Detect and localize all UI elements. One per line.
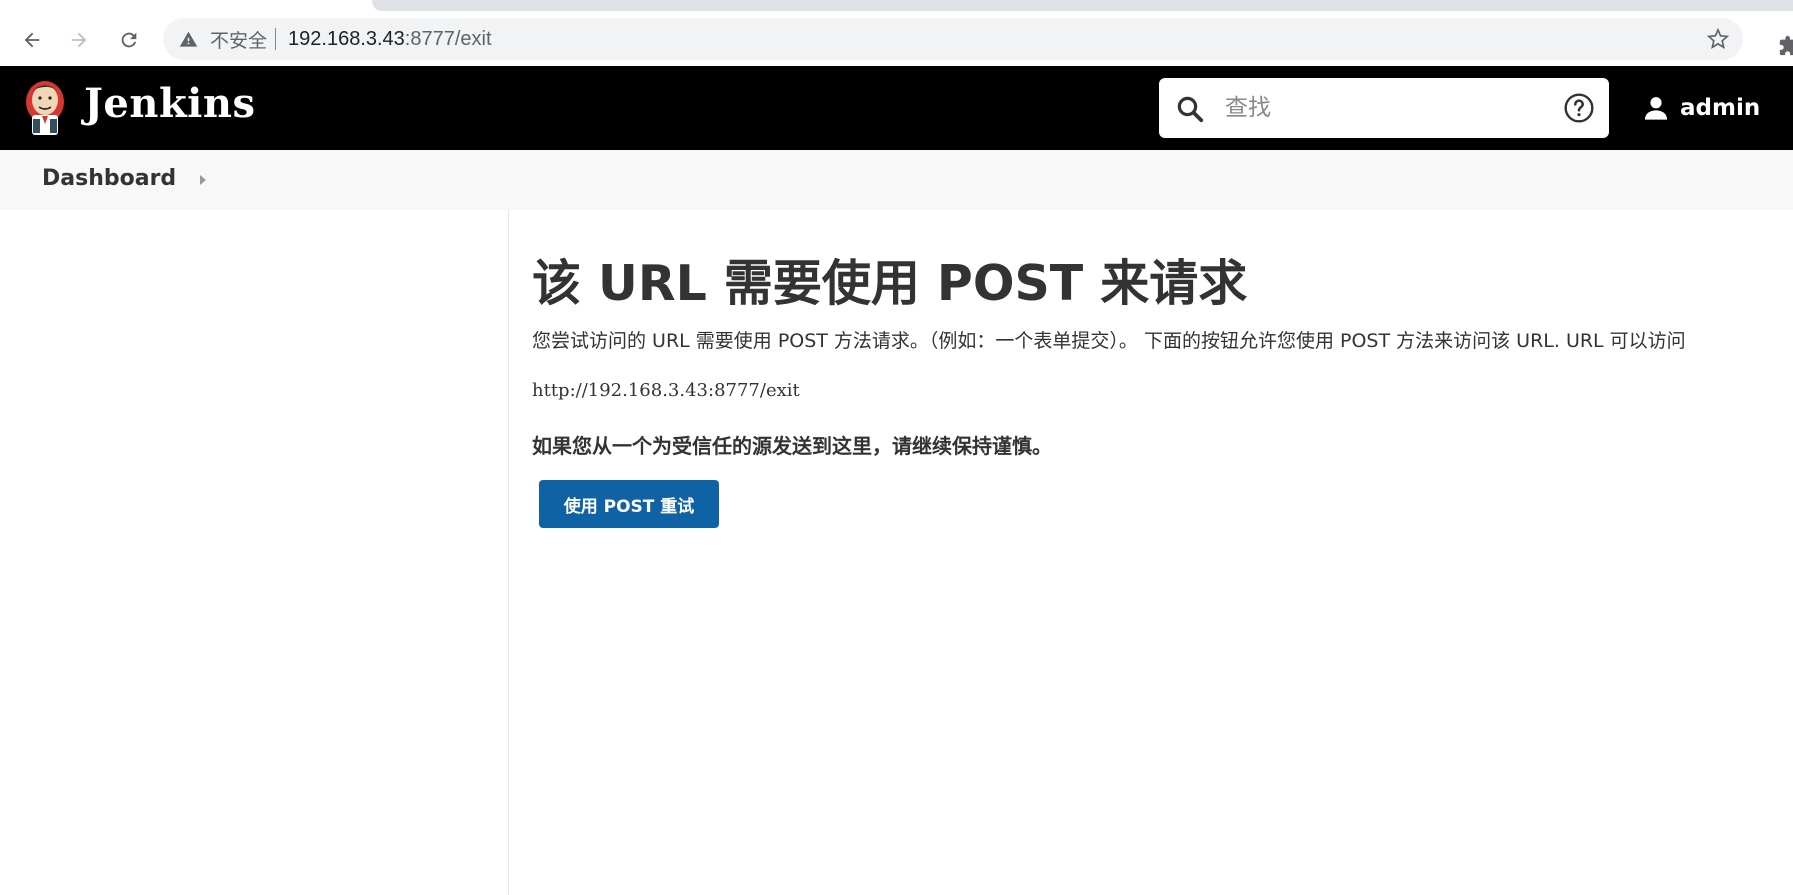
url-path: :8777/exit <box>404 27 492 50</box>
caution-message: 如果您从一个为受信任的源发送到这里，请继续保持谨慎。 <box>532 434 1052 458</box>
app-title[interactable]: Jenkins <box>84 80 255 127</box>
chevron-right-icon[interactable] <box>198 174 208 186</box>
search-box <box>1159 78 1609 138</box>
post-required-description: 您尝试访问的 URL 需要使用 POST 方法请求。（例如：一个表单提交）。 下… <box>532 330 1686 352</box>
reload-icon <box>121 32 137 48</box>
retry-with-post-button[interactable]: 使用 POST 重试 <box>539 480 719 528</box>
url-host: 192.168.3.43 <box>288 27 405 50</box>
main-panel: 该 URL 需要使用 POST 来请求 您尝试访问的 URL 需要使用 POST… <box>532 210 1793 895</box>
side-panel <box>0 210 509 895</box>
help-circle-icon[interactable] <box>1563 92 1595 124</box>
security-status-label[interactable]: 不安全 <box>210 26 267 53</box>
star-icon[interactable] <box>1707 28 1729 50</box>
search-input[interactable] <box>1223 88 1543 128</box>
forward-button[interactable] <box>63 24 95 56</box>
url-text[interactable]: 192.168.3.43:8777/exit <box>288 28 492 51</box>
warning-triangle-icon[interactable] <box>178 29 198 49</box>
back-button[interactable] <box>16 24 48 56</box>
browser-tabstrip <box>0 0 1793 11</box>
arrow-right-icon <box>71 32 87 48</box>
breadcrumb-dashboard[interactable]: Dashboard <box>42 166 176 191</box>
user-menu[interactable]: admin <box>1642 88 1760 128</box>
jenkins-header: Jenkins admin <box>0 66 1793 150</box>
jenkins-logo-icon[interactable] <box>22 78 68 138</box>
user-name: admin <box>1680 95 1761 121</box>
browser-tab-background <box>372 0 1793 11</box>
arrow-left-icon <box>24 32 40 48</box>
user-icon <box>1644 97 1668 120</box>
target-url: http://192.168.3.43:8777/exit <box>532 380 800 401</box>
address-bar[interactable]: 不安全 192.168.3.43:8777/exit <box>163 18 1743 60</box>
puzzle-icon[interactable] <box>1778 35 1793 57</box>
breadcrumb: Dashboard <box>0 150 1793 210</box>
omnibox-divider <box>275 28 277 50</box>
browser-toolbar: 不安全 192.168.3.43:8777/exit <box>0 11 1793 66</box>
page-title: 该 URL 需要使用 POST 来请求 <box>532 255 1248 312</box>
reload-button[interactable] <box>113 24 145 56</box>
search-icon <box>1177 96 1204 123</box>
